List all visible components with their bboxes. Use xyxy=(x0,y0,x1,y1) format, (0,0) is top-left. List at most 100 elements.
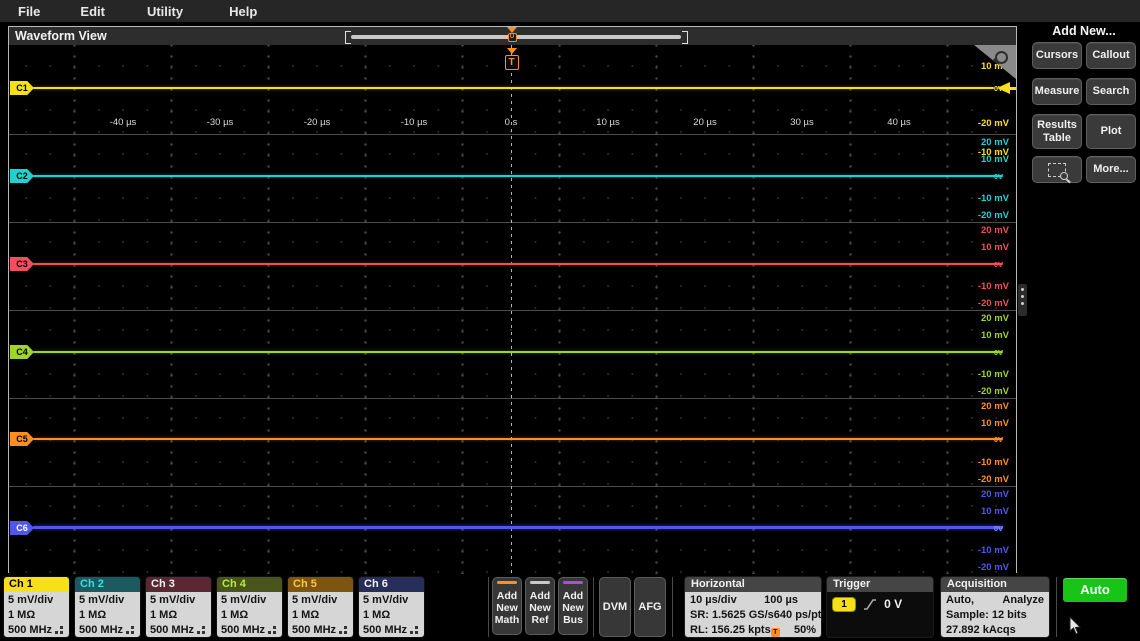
divider xyxy=(593,577,594,637)
channel-3-badge[interactable]: Ch 3 5 mV/div 1 MΩ 500 MHz xyxy=(145,576,212,638)
channel-4-badge[interactable]: Ch 4 5 mV/div 1 MΩ 500 MHz xyxy=(216,576,283,638)
c6-trace[interactable] xyxy=(33,526,1003,529)
trigger-level: 0 V xyxy=(884,597,902,611)
channel-2-badge[interactable]: Ch 2 5 mV/div 1 MΩ 500 MHz xyxy=(74,576,141,638)
c2-scale-n10mv: -10 mV xyxy=(978,193,1009,204)
c5-scale-20mv: 20 mV xyxy=(981,401,1009,412)
cursors-button[interactable]: Cursors xyxy=(1032,42,1082,69)
measure-button[interactable]: Measure xyxy=(1032,78,1082,105)
c3-trace[interactable] xyxy=(33,263,1003,265)
probe-comp-icon xyxy=(410,626,418,634)
channel-1-badge[interactable]: Ch 1 5 mV/div 1 MΩ 500 MHz xyxy=(3,576,70,638)
slice-divider xyxy=(9,222,1016,223)
time-tick: -20 µs xyxy=(304,117,331,128)
mouse-cursor xyxy=(1068,616,1082,636)
c2-channel-flag[interactable]: C2 xyxy=(10,169,34,183)
c1-channel-flag[interactable]: C1 xyxy=(10,81,34,95)
run-stop-auto-button[interactable]: Auto xyxy=(1063,578,1127,602)
waveform-header: Waveform View U xyxy=(9,27,1016,45)
graticule[interactable]: T -40 µs -30 µs -20 µs -10 µs 0 s 10 µs … xyxy=(9,45,1016,574)
dvm-button[interactable]: DVM xyxy=(599,577,631,637)
add-new-math-button[interactable]: Add New Math xyxy=(492,577,522,635)
nav-bracket-right[interactable] xyxy=(682,31,688,44)
c4-scale-10mv: 10 mV xyxy=(981,330,1009,341)
trigger-badge[interactable]: Trigger 1 0 V xyxy=(826,576,934,638)
math-color-stripe xyxy=(497,581,517,584)
c6-channel-flag[interactable]: C6 xyxy=(10,521,34,535)
nav-trigger-position-icon[interactable]: U xyxy=(506,27,518,45)
c5-trace[interactable] xyxy=(33,438,1003,440)
divider xyxy=(488,577,489,637)
menu-help[interactable]: Help xyxy=(219,4,267,19)
c2-ground-marker: 0V xyxy=(994,172,1003,181)
divider xyxy=(1056,577,1057,637)
panel-splitter-handle[interactable] xyxy=(1018,284,1027,316)
trigger-level-arrow-icon[interactable] xyxy=(997,82,1010,94)
channel-2-name: Ch 2 xyxy=(75,577,140,592)
channel-6-name: Ch 6 xyxy=(359,577,424,592)
c3-scale-n20mv: -20 mV xyxy=(978,298,1009,309)
c3-ground-marker: 0V xyxy=(994,260,1003,269)
plot-button[interactable]: Plot xyxy=(1086,114,1136,149)
c6-scale-n20mv: -20 mV xyxy=(978,562,1009,573)
c3-channel-flag[interactable]: C3 xyxy=(10,257,34,271)
probe-comp-icon xyxy=(339,626,347,634)
trigger-flag-arrow-icon xyxy=(507,48,517,54)
search-button[interactable]: Search xyxy=(1086,78,1136,105)
c2-scale-n20mv: -20 mV xyxy=(978,210,1009,221)
bottom-bar: Ch 1 5 mV/div 1 MΩ 500 MHz Ch 2 5 mV/div… xyxy=(0,575,1140,641)
channel-3-name: Ch 3 xyxy=(146,577,211,592)
c1-trace[interactable] xyxy=(33,87,994,89)
time-tick: -30 µs xyxy=(207,117,234,128)
add-new-bus-button[interactable]: Add New Bus xyxy=(558,577,588,635)
channel-6-badge[interactable]: Ch 6 5 mV/div 1 MΩ 500 MHz xyxy=(358,576,425,638)
acquisition-badge[interactable]: Acquisition Auto,Analyze Sample: 12 bits… xyxy=(940,576,1050,638)
slice-divider xyxy=(9,134,1016,135)
trigger-flag-label: T xyxy=(505,55,519,70)
c1-scale-n20mv: -20 mV xyxy=(978,118,1009,129)
channel-5-name: Ch 5 xyxy=(288,577,353,592)
c4-scale-20mv: 20 mV xyxy=(981,313,1009,324)
c2-trace[interactable] xyxy=(33,175,1003,177)
rising-edge-icon xyxy=(863,598,877,611)
c5-ground-marker: 0V xyxy=(994,435,1003,444)
menu-utility[interactable]: Utility xyxy=(137,4,193,19)
oscilloscope-app: File Edit Utility Help Waveform View U xyxy=(0,0,1140,641)
c6-scale-20mv: 20 mV xyxy=(981,489,1009,500)
slice-divider xyxy=(9,486,1016,487)
channel-1-name: Ch 1 xyxy=(4,577,69,592)
c5-channel-flag[interactable]: C5 xyxy=(10,432,34,446)
channel-4-name: Ch 4 xyxy=(217,577,282,592)
c6-ground-marker: 0V xyxy=(994,524,1003,533)
c4-trace[interactable] xyxy=(33,351,1003,353)
callout-button[interactable]: Callout xyxy=(1086,42,1136,69)
afg-button[interactable]: AFG xyxy=(634,577,666,637)
c3-scale-20mv: 20 mV xyxy=(981,225,1009,236)
waveform-view-title: Waveform View xyxy=(15,29,107,43)
more-button[interactable]: More... xyxy=(1086,156,1136,183)
horizontal-title: Horizontal xyxy=(685,577,821,592)
add-new-title: Add New... xyxy=(1028,24,1140,38)
probe-comp-icon xyxy=(126,626,134,634)
slice-divider xyxy=(9,398,1016,399)
add-new-ref-button[interactable]: Add New Ref xyxy=(525,577,555,635)
menu-bar: File Edit Utility Help xyxy=(0,0,1140,22)
results-table-button[interactable]: Results Table xyxy=(1032,114,1082,149)
horizontal-badge[interactable]: Horizontal 10 µs/div100 µs SR: 1.5625 GS… xyxy=(684,576,822,638)
c6-scale-10mv: 10 mV xyxy=(981,506,1009,517)
trigger-pos-icon: T xyxy=(771,628,780,637)
trigger-position-flag[interactable]: T xyxy=(503,48,520,74)
zoom-mode-button[interactable] xyxy=(1032,156,1082,183)
c4-channel-flag[interactable]: C4 xyxy=(10,345,34,359)
c4-ground-marker: 0V xyxy=(994,348,1003,357)
menu-edit[interactable]: Edit xyxy=(70,4,115,19)
time-tick: -40 µs xyxy=(110,117,137,128)
ref-color-stripe xyxy=(530,581,550,584)
probe-comp-icon xyxy=(55,626,63,634)
c3-scale-n10mv: -10 mV xyxy=(978,281,1009,292)
menu-file[interactable]: File xyxy=(8,4,50,19)
waveform-window: Waveform View U T -40 µs -30 µs xyxy=(8,26,1017,573)
channel-5-badge[interactable]: Ch 5 5 mV/div 1 MΩ 500 MHz xyxy=(287,576,354,638)
acquisition-title: Acquisition xyxy=(941,577,1049,592)
zoom-selection-icon xyxy=(1048,163,1066,177)
